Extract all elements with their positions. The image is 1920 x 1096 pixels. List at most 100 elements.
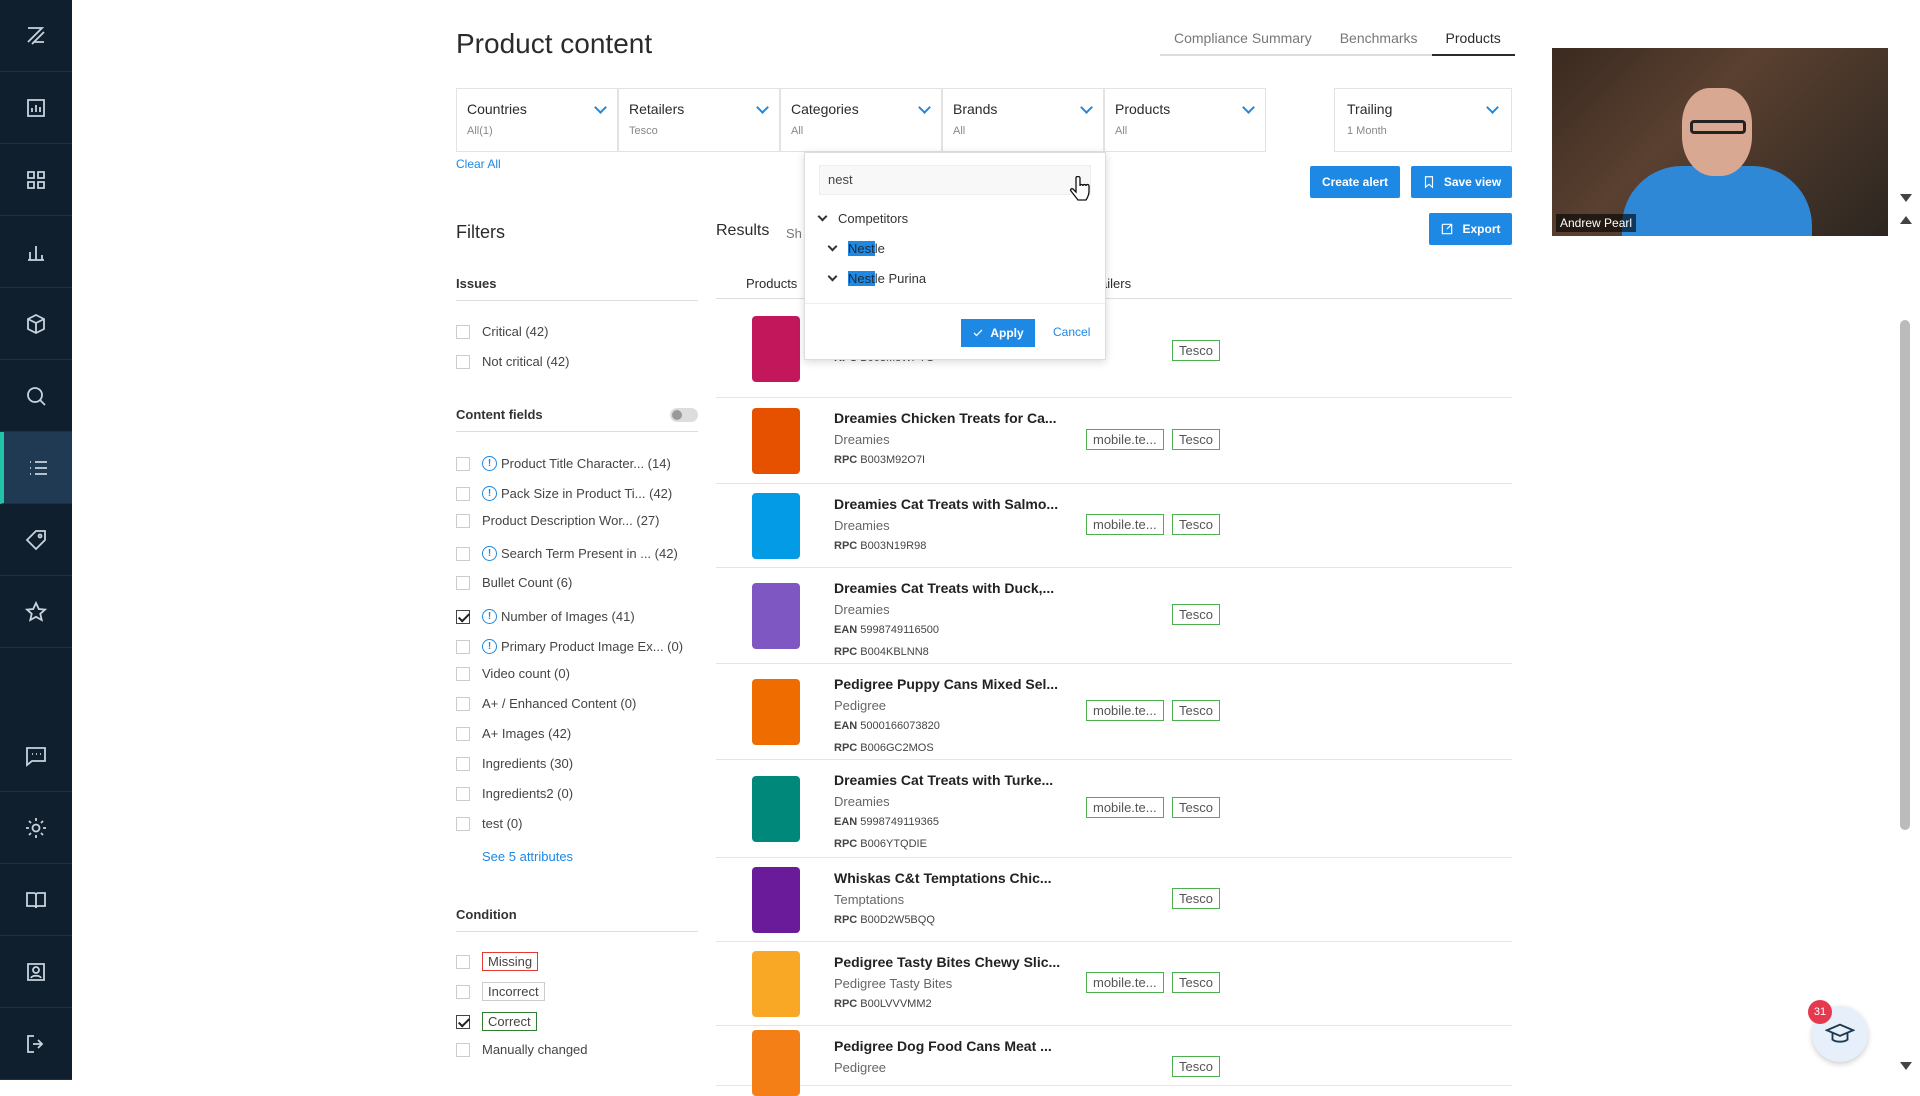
categories-filter[interactable]: Categories All [780, 88, 942, 152]
content-field-row[interactable]: test (0) [456, 816, 522, 831]
tab-compliance-summary[interactable]: Compliance Summary [1160, 30, 1326, 54]
content-field-row[interactable]: Bullet Count (6) [456, 575, 572, 590]
info-icon[interactable]: ! [482, 609, 497, 624]
brand-search-input[interactable]: nest [819, 165, 1091, 195]
content-field-row[interactable]: A+ / Enhanced Content (0) [456, 696, 636, 711]
retailer-tag[interactable]: Tesco [1172, 514, 1220, 535]
checkbox[interactable] [456, 816, 470, 831]
retailer-tag[interactable]: mobile.te... [1086, 972, 1164, 993]
sidebar-item-gear[interactable] [0, 792, 72, 864]
checkbox[interactable] [456, 456, 470, 471]
retailers-filter[interactable]: Retailers Tesco [618, 88, 780, 152]
export-button[interactable]: Export [1429, 213, 1512, 245]
info-icon[interactable]: ! [482, 639, 497, 654]
product-name[interactable]: Pedigree Dog Food Cans Meat ... [834, 1038, 1052, 1054]
content-field-row[interactable]: Product Description Wor... (27) [456, 513, 660, 528]
retailer-tag[interactable]: Tesco [1172, 972, 1220, 993]
info-icon[interactable]: ! [482, 486, 497, 501]
sidebar-item-box[interactable] [0, 288, 72, 360]
checkbox[interactable] [456, 639, 470, 654]
retailer-tag[interactable]: Tesco [1172, 1056, 1220, 1077]
product-name[interactable]: Dreamies Cat Treats with Salmo... [834, 496, 1058, 512]
retailer-tag[interactable]: mobile.te... [1086, 700, 1164, 721]
group-competitors[interactable]: Competitors [817, 211, 908, 226]
scroll-up-arrow[interactable] [1900, 216, 1912, 224]
checkbox[interactable] [456, 666, 470, 681]
retailer-tag[interactable]: Tesco [1172, 797, 1220, 818]
table-row[interactable]: Pedigree Puppy Cans Mixed Sel... Pedigree… [716, 664, 1512, 760]
content-field-row[interactable]: Ingredients2 (0) [456, 786, 573, 801]
retailer-tag[interactable]: Tesco [1172, 604, 1220, 625]
retailer-tag[interactable]: mobile.te... [1086, 797, 1164, 818]
checkbox[interactable] [456, 696, 470, 711]
sidebar-item-logo[interactable] [0, 0, 72, 72]
scroll-down-arrow[interactable] [1900, 1062, 1912, 1070]
table-row[interactable]: Dreamies Cat Treats with Turke... Dreamie… [716, 760, 1512, 858]
retailer-tag[interactable]: Tesco [1172, 340, 1220, 361]
retailer-tag[interactable]: Tesco [1172, 888, 1220, 909]
sidebar-item-grid[interactable] [0, 144, 72, 216]
table-row[interactable]: Whiskas C&t Temptations Chic... Temptatio… [716, 858, 1512, 942]
checkbox[interactable] [456, 756, 470, 771]
sidebar-item-bar-chart[interactable] [0, 216, 72, 288]
brand-option-nestle[interactable]: Nest le [827, 241, 885, 256]
checkbox[interactable] [456, 1014, 470, 1029]
checkbox[interactable] [456, 726, 470, 741]
products-column-header[interactable]: Products [746, 276, 797, 291]
checkbox[interactable] [456, 324, 470, 339]
info-icon[interactable]: ! [482, 456, 497, 471]
content-field-row[interactable]: ! Pack Size in Product Ti... (42) [456, 486, 672, 501]
checkbox[interactable] [456, 546, 470, 561]
clear-all-link[interactable]: Clear All [456, 157, 501, 171]
checkbox[interactable] [456, 786, 470, 801]
checkbox[interactable] [456, 954, 470, 969]
issue-not-critical[interactable]: Not critical (42) [456, 354, 569, 369]
sidebar-item-logout[interactable] [0, 1008, 72, 1080]
product-name[interactable]: Pedigree Puppy Cans Mixed Sel... [834, 676, 1058, 692]
info-icon[interactable]: ! [482, 546, 497, 561]
sidebar-item-profile[interactable] [0, 936, 72, 1008]
save-view-button[interactable]: Save view [1411, 166, 1512, 198]
retailer-tag[interactable]: Tesco [1172, 700, 1220, 721]
see-attributes-link[interactable]: See 5 attributes [482, 849, 573, 864]
checkbox[interactable] [456, 486, 470, 501]
condition-row[interactable]: Correct [456, 1012, 537, 1031]
content-fields-toggle[interactable] [670, 408, 698, 422]
content-field-row[interactable]: A+ Images (42) [456, 726, 571, 741]
content-field-row[interactable]: ! Product Title Character... (14) [456, 456, 671, 471]
content-field-row[interactable]: Ingredients (30) [456, 756, 573, 771]
condition-row[interactable]: Incorrect [456, 982, 545, 1001]
create-alert-button[interactable]: Create alert [1310, 166, 1400, 198]
scrollbar[interactable] [1900, 320, 1910, 830]
sidebar-item-book[interactable] [0, 864, 72, 936]
checkbox[interactable] [456, 575, 470, 590]
retailer-tag[interactable]: mobile.te... [1086, 429, 1164, 450]
content-field-row[interactable]: ! Primary Product Image Ex... (0) [456, 639, 683, 654]
retailer-tag[interactable]: Tesco [1172, 429, 1220, 450]
content-field-row[interactable]: ! Search Term Present in ... (42) [456, 546, 678, 561]
cancel-button[interactable]: Cancel [1053, 325, 1090, 339]
product-name[interactable]: Dreamies Cat Treats with Duck,... [834, 580, 1054, 596]
table-row[interactable]: Dreamies Cat Treats with Duck,... Dreamie… [716, 568, 1512, 664]
sidebar-item-list[interactable] [0, 432, 72, 504]
product-name[interactable]: Dreamies Cat Treats with Turke... [834, 772, 1053, 788]
products-filter[interactable]: Products All [1104, 88, 1266, 152]
sidebar-item-tag[interactable] [0, 504, 72, 576]
table-row[interactable]: Pedigree Dog Food Cans Meat ... Pedigree T… [716, 1026, 1512, 1096]
table-row[interactable]: Pedigree Tasty Bites Chewy Slic... Pedigr… [716, 942, 1512, 1026]
brands-filter[interactable]: Brands All [942, 88, 1104, 152]
sidebar-item-search[interactable] [0, 360, 72, 432]
brand-option-nestle-purina[interactable]: Nest le Purina [827, 271, 926, 286]
table-row[interactable]: Dreamies Chicken Treats for Ca... Dreamie… [716, 398, 1512, 484]
product-name[interactable]: Whiskas C&t Temptations Chic... [834, 870, 1052, 886]
checkbox[interactable] [456, 354, 470, 369]
product-name[interactable]: Dreamies Chicken Treats for Ca... [834, 410, 1057, 426]
sidebar-item-star[interactable] [0, 576, 72, 648]
checkbox[interactable] [456, 1042, 470, 1057]
condition-row[interactable]: Manually changed [456, 1042, 588, 1057]
scroll-down-arrow[interactable] [1900, 194, 1912, 202]
apply-button[interactable]: Apply [961, 319, 1035, 347]
tab-products[interactable]: Products [1431, 30, 1515, 56]
checkbox[interactable] [456, 984, 470, 999]
content-field-row[interactable]: ! Number of Images (41) [456, 609, 635, 624]
